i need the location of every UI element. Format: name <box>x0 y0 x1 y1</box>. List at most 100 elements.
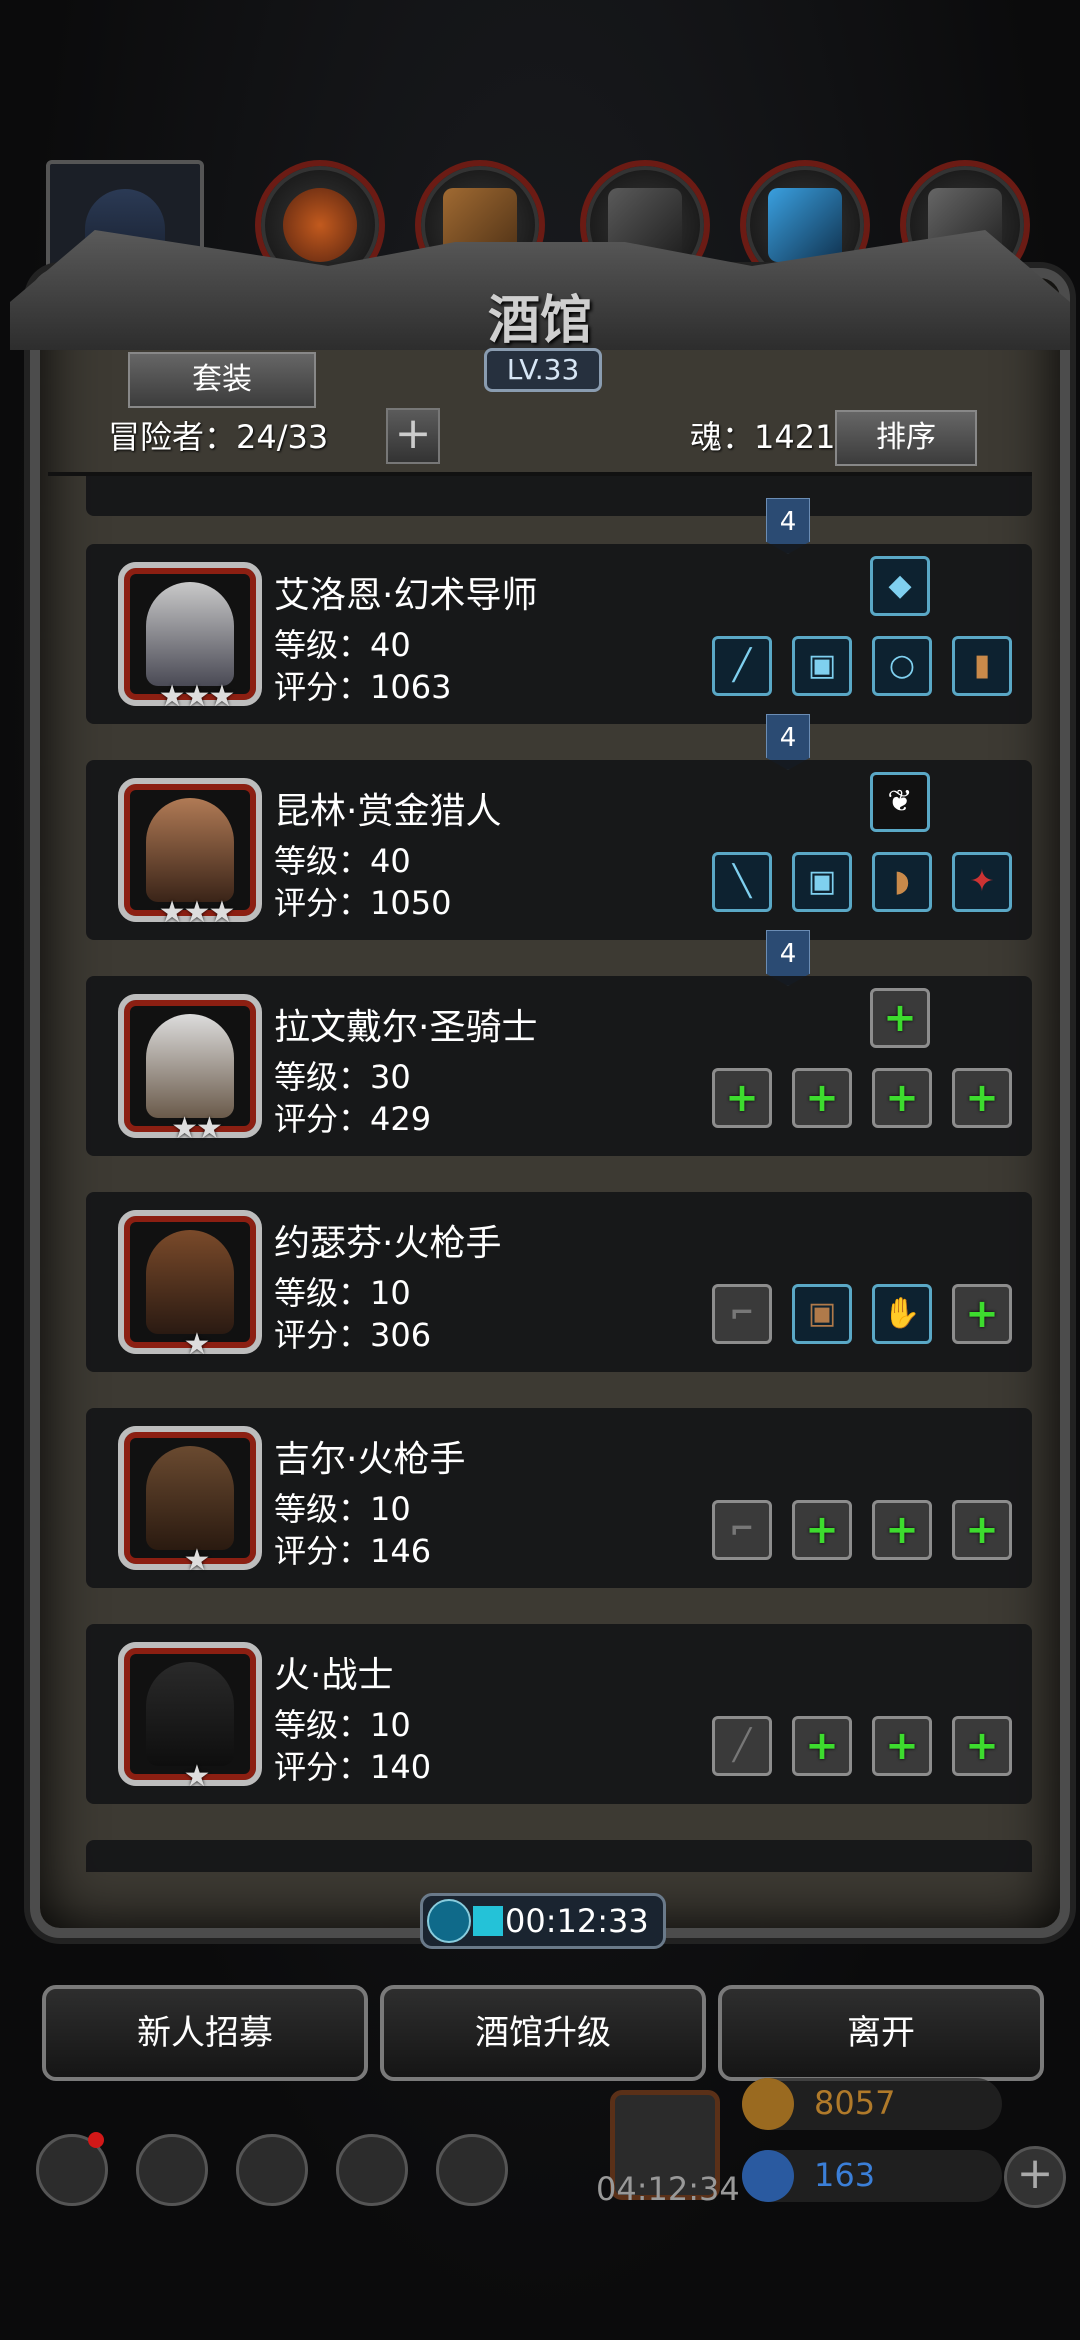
item-slot[interactable]: + <box>952 1716 1012 1776</box>
hero-card[interactable]: ★ 吉尔·火枪手 等级：10 评分：146 ⌐ + + + <box>86 1408 1032 1588</box>
hero-card[interactable]: ★ 火·战士 等级：10 评分：140 ╱ + + + <box>86 1624 1032 1804</box>
hero-score: 评分：1063 <box>274 668 452 706</box>
recruit-button[interactable]: 新人招募 <box>42 1985 368 2081</box>
hero-portrait: ★ <box>118 1426 262 1578</box>
wand-icon: ╱ <box>732 648 752 683</box>
mail-icon[interactable] <box>336 2134 408 2206</box>
hero-card-partial[interactable] <box>86 476 1032 516</box>
hero-name: 拉文戴尔·圣骑士 <box>274 1007 538 1048</box>
hero-card[interactable]: ★★ 拉文戴尔·圣骑士 等级：30 评分：429 + + + + + <box>86 976 1032 1156</box>
hero-portrait: ★★★ <box>118 778 262 930</box>
hero-portrait: ★★ <box>118 994 262 1146</box>
gem-value: 163 <box>814 2156 876 2194</box>
accessory-slot[interactable]: + <box>872 1500 932 1560</box>
add-icon: + <box>885 1507 919 1553</box>
armor-slot[interactable]: ▣ <box>792 852 852 912</box>
item-slot[interactable]: + <box>952 1500 1012 1560</box>
page-title: 酒馆 <box>487 290 592 351</box>
star-rating: ★ <box>183 1327 211 1362</box>
timer-text: 00:12:33 <box>505 1902 649 1940</box>
amulet-icon: ✦ <box>969 864 995 899</box>
weapon-slot[interactable]: ╲ <box>712 852 772 912</box>
crystal-icon: ◆ <box>888 568 912 603</box>
clock-icon <box>427 1899 471 1943</box>
hero-level: 等级：10 <box>274 1490 411 1528</box>
hero-portrait: ★ <box>118 1642 262 1794</box>
ring-icon: ○ <box>888 648 916 683</box>
hero-score: 评分：306 <box>274 1316 432 1354</box>
hero-level: 等级：30 <box>274 1058 411 1096</box>
armor-slot[interactable]: ▣ <box>792 1284 852 1344</box>
chestplate-icon: ▣ <box>807 648 837 683</box>
item-slot[interactable]: + <box>952 1068 1012 1128</box>
add-icon: + <box>965 1291 999 1337</box>
special-slot[interactable]: ◆ <box>870 556 930 616</box>
upgrade-tavern-button[interactable]: 酒馆升级 <box>380 1985 706 2081</box>
star-rating: ★★★ <box>158 679 236 714</box>
sort-button[interactable]: 排序 <box>835 410 977 466</box>
refresh-timer: 00:12:33 <box>420 1893 666 1949</box>
hero-name: 约瑟芬·火枪手 <box>274 1223 502 1264</box>
add-adventurer-slot-button[interactable]: + <box>386 408 440 464</box>
weapon-slot[interactable]: + <box>712 1068 772 1128</box>
hero-card[interactable]: ★★★ 艾洛恩·幻术导师 等级：40 评分：1063 ◆ ╱ ▣ ○ ▮ <box>86 544 1032 724</box>
add-icon: + <box>965 1075 999 1121</box>
armor-slot[interactable]: + <box>792 1500 852 1560</box>
hero-score: 评分：146 <box>274 1532 432 1570</box>
accessory-slot[interactable]: ✋ <box>872 1284 932 1344</box>
hero-level: 等级：40 <box>274 626 411 664</box>
achievement-icon[interactable] <box>136 2134 208 2206</box>
adventurer-count: 冒险者：24/33 <box>108 418 329 456</box>
gold-counter: 8057 <box>742 2078 1002 2130</box>
quest-icon[interactable] <box>236 2134 308 2206</box>
add-icon: + <box>965 1723 999 1769</box>
add-icon: + <box>885 1723 919 1769</box>
sword-silhouette-icon: ╱ <box>732 1728 752 1763</box>
special-slot[interactable]: ❦ <box>870 772 930 832</box>
inventory-icon[interactable] <box>436 2134 508 2206</box>
star-rating: ★ <box>183 1543 211 1578</box>
star-rating: ★ <box>183 1759 211 1794</box>
timer-progress <box>473 1906 503 1936</box>
weapon-slot[interactable]: ⌐ <box>712 1284 772 1344</box>
item-slot[interactable]: ✦ <box>952 852 1012 912</box>
hero-score: 评分：140 <box>274 1748 432 1786</box>
armor-icon: ▣ <box>807 864 837 899</box>
accessory-slot[interactable]: + <box>872 1068 932 1128</box>
hero-portrait: ★★★ <box>118 562 262 714</box>
horn-icon: ◗ <box>894 864 910 899</box>
accessory-slot[interactable]: ○ <box>872 636 932 696</box>
dagger-icon: ╲ <box>732 864 752 899</box>
hero-card-partial[interactable] <box>86 1840 1032 1872</box>
gem-counter: 163 <box>742 2150 1002 2202</box>
weapon-slot[interactable]: ╱ <box>712 1716 772 1776</box>
gold-value: 8057 <box>814 2084 896 2122</box>
add-icon: + <box>883 995 917 1041</box>
accessory-slot[interactable]: ◗ <box>872 852 932 912</box>
item-slot[interactable]: ▮ <box>952 636 1012 696</box>
weapon-slot[interactable]: ⌐ <box>712 1500 772 1560</box>
hero-card[interactable]: ★★★ 昆林·赏金猎人 等级：40 评分：1050 ❦ ╲ ▣ ◗ ✦ <box>86 760 1032 940</box>
add-currency-button[interactable]: + <box>1004 2146 1066 2208</box>
pistol-silhouette-icon: ⌐ <box>729 1512 755 1547</box>
hero-list[interactable]: 4 ★★★ 艾洛恩·幻术导师 等级：40 评分：1063 ◆ ╱ ▣ ○ ▮ 4… <box>48 476 1032 1872</box>
special-slot[interactable]: + <box>870 988 930 1048</box>
notification-dot <box>88 2132 104 2148</box>
item-slot[interactable]: + <box>952 1284 1012 1344</box>
weapon-slot[interactable]: ╱ <box>712 636 772 696</box>
hero-name: 艾洛恩·幻术导师 <box>274 575 538 616</box>
add-icon: + <box>805 1507 839 1553</box>
armor-slot[interactable]: + <box>792 1068 852 1128</box>
armor-slot[interactable]: + <box>792 1716 852 1776</box>
add-icon: + <box>965 1507 999 1553</box>
leave-button[interactable]: 离开 <box>718 1985 1044 2081</box>
leather-armor-icon: ▣ <box>807 1296 837 1331</box>
accessory-slot[interactable]: + <box>872 1716 932 1776</box>
add-icon: + <box>805 1723 839 1769</box>
set-button[interactable]: 套装 <box>128 352 316 408</box>
pistol-silhouette-icon: ⌐ <box>729 1296 755 1331</box>
star-rating: ★★ <box>171 1111 223 1146</box>
armor-slot[interactable]: ▣ <box>792 636 852 696</box>
hero-card[interactable]: ★ 约瑟芬·火枪手 等级：10 评分：306 ⌐ ▣ ✋ + <box>86 1192 1032 1372</box>
star-rating: ★★★ <box>158 895 236 930</box>
